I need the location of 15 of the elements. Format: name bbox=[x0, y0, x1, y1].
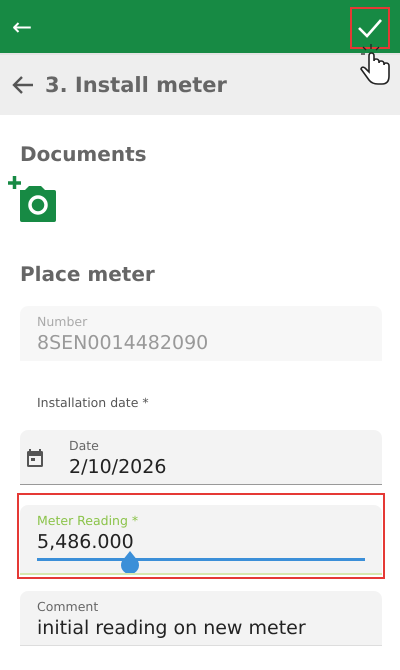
place-meter-heading: Place meter bbox=[20, 262, 155, 286]
step-title: 3. Install meter bbox=[45, 73, 227, 97]
back-arrow-icon[interactable] bbox=[11, 75, 35, 95]
back-button[interactable]: ← bbox=[12, 12, 32, 40]
add-photo-icon[interactable] bbox=[8, 176, 56, 222]
checkmark-icon bbox=[357, 16, 383, 38]
input-field[interactable]: Meter Reading * 5,486.000 bbox=[20, 505, 382, 575]
confirm-button[interactable] bbox=[350, 6, 390, 48]
input-field[interactable]: Comment initial reading on new meter bbox=[20, 591, 382, 646]
text-cursor-handle-icon[interactable] bbox=[120, 551, 140, 573]
field-caption: Installation date * bbox=[37, 395, 149, 410]
hand-cursor-icon bbox=[358, 42, 392, 86]
calendar-icon[interactable] bbox=[25, 448, 45, 468]
documents-heading: Documents bbox=[20, 142, 147, 166]
input-field[interactable]: Date 2/10/2026 bbox=[20, 430, 382, 485]
